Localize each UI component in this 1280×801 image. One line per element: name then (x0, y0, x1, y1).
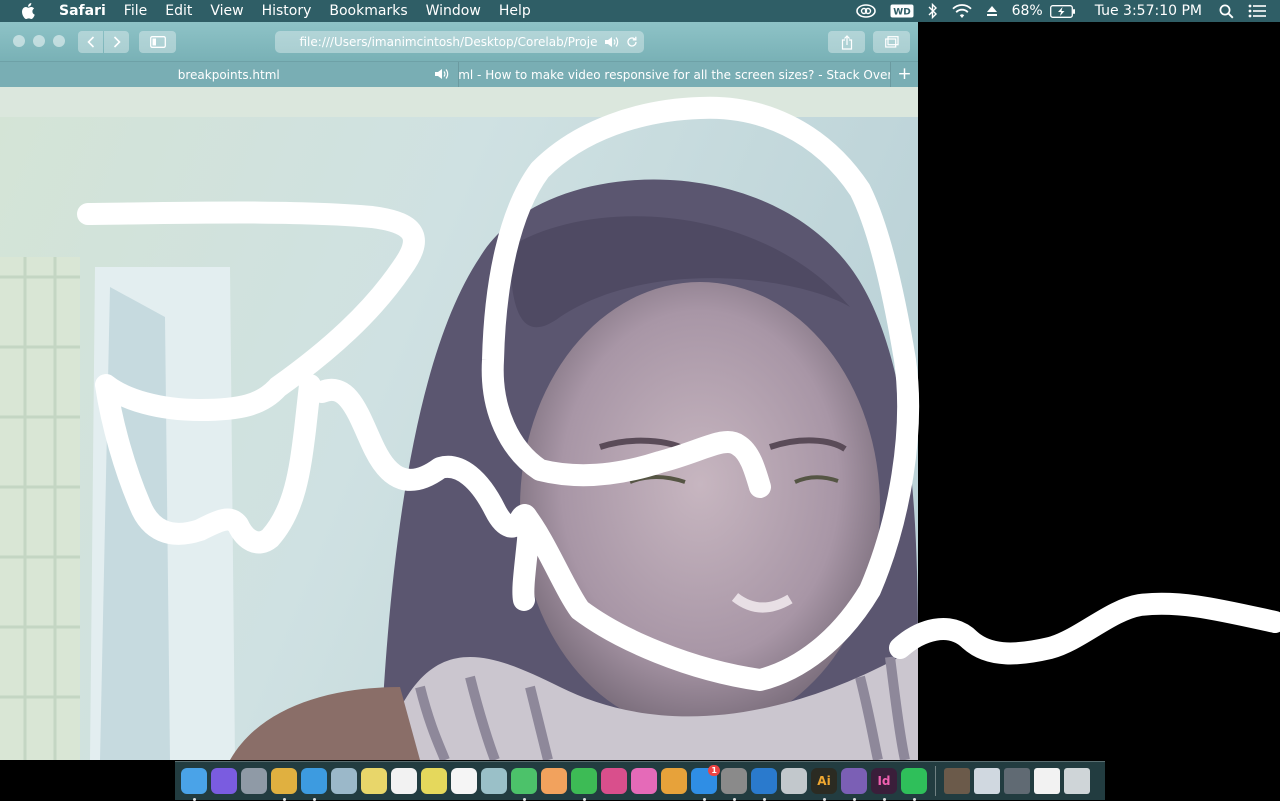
dock-separator (935, 766, 936, 796)
dock-ibooks-icon[interactable] (661, 768, 687, 794)
tab-stackoverflow[interactable]: html - How to make video responsive for … (459, 62, 891, 87)
webcam-frame (0, 87, 918, 760)
back-button[interactable] (78, 31, 103, 53)
dock-preview-icon[interactable] (331, 768, 357, 794)
dock-launchpad-icon[interactable] (241, 768, 267, 794)
menu-edit[interactable]: Edit (156, 0, 201, 22)
dock-app-label: Ai (817, 774, 831, 788)
dock-screenshots-stack-icon[interactable] (1004, 768, 1030, 794)
dock-app-store-icon[interactable]: 1 (691, 765, 720, 801)
dock: 1 Ai Id (175, 761, 1105, 801)
show-all-tabs-button[interactable] (873, 31, 910, 53)
dock-app-label: Id (877, 774, 891, 788)
sidebar-icon (149, 36, 166, 48)
dock-messages-icon[interactable] (511, 768, 537, 801)
forward-button[interactable] (104, 31, 129, 53)
tab-label: breakpoints.html (177, 67, 280, 82)
dock-vs-code-icon[interactable] (751, 768, 777, 801)
dock-finder-icon[interactable] (181, 768, 207, 801)
menubar-clock[interactable]: Tue 3:57:10 PM (1095, 0, 1202, 22)
menu-bookmarks[interactable]: Bookmarks (320, 0, 416, 22)
dock-facetime-icon[interactable] (571, 768, 597, 801)
chevron-left-icon (86, 36, 94, 48)
share-icon (841, 34, 852, 50)
address-bar-url: file:///Users/imanimcintosh/Desktop/Core… (299, 35, 598, 49)
eject-icon[interactable] (986, 0, 998, 22)
new-tab-button[interactable]: + (890, 62, 918, 87)
menu-app-name[interactable]: Safari (50, 0, 115, 22)
wifi-icon[interactable] (951, 0, 972, 22)
apple-menu-icon[interactable] (20, 3, 36, 19)
close-window-button[interactable] (13, 35, 25, 47)
dock-itunes-icon[interactable] (631, 768, 657, 794)
dock-stickies-icon[interactable] (421, 768, 447, 794)
dock-photos-icon[interactable] (541, 768, 567, 794)
dock-spotify-icon[interactable] (901, 768, 927, 801)
wd-drive-icon[interactable]: WD (890, 0, 914, 22)
dock-notes-icon[interactable] (361, 768, 387, 794)
tab-label: html - How to make video responsive for … (458, 67, 891, 82)
dock-system-preferences-icon[interactable] (721, 768, 747, 801)
wd-drive-label: WD (893, 8, 910, 18)
dock-illustrator-icon[interactable]: Ai (811, 768, 837, 801)
safari-window: file:///Users/imanimcintosh/Desktop/Core… (0, 22, 918, 760)
reload-icon[interactable] (626, 36, 638, 48)
zoom-window-button[interactable] (53, 35, 65, 47)
sidebar-toggle-button[interactable] (139, 31, 176, 53)
dock-siri-icon[interactable] (211, 768, 237, 794)
tabs-overview-icon (884, 36, 899, 48)
tab-bar: breakpoints.html html - How to make vide… (0, 61, 918, 88)
dock-safari-icon[interactable] (301, 768, 327, 801)
menu-file[interactable]: File (115, 0, 156, 22)
dock-github-desktop-icon[interactable] (841, 768, 867, 801)
dock-indesign-icon[interactable]: Id (871, 768, 897, 801)
tab-audio-icon[interactable] (434, 68, 450, 80)
notification-center-icon[interactable] (1248, 0, 1266, 22)
chevron-right-icon (113, 36, 121, 48)
menu-history[interactable]: History (253, 0, 321, 22)
tab-breakpoints[interactable]: breakpoints.html (0, 62, 459, 87)
bluetooth-icon[interactable] (928, 0, 938, 22)
dock-trash-icon[interactable] (1064, 768, 1090, 794)
dock-no-entry-icon[interactable] (601, 768, 627, 794)
battery-icon[interactable] (1049, 0, 1076, 22)
battery-percent[interactable]: 68% (1012, 0, 1043, 22)
plus-icon: + (897, 64, 912, 84)
menu-bar: Safari File Edit View History Bookmarks … (0, 0, 1280, 22)
dock-downloads-stack-icon[interactable] (944, 768, 970, 794)
dock-script-editor-icon[interactable] (481, 768, 507, 794)
dock-badge: 1 (708, 765, 720, 776)
minimize-window-button[interactable] (33, 35, 45, 47)
menu-help[interactable]: Help (490, 0, 540, 22)
menu-window[interactable]: Window (417, 0, 490, 22)
address-bar[interactable]: file:///Users/imanimcintosh/Desktop/Core… (275, 31, 644, 53)
creative-cloud-icon[interactable] (855, 0, 876, 22)
menu-view[interactable]: View (201, 0, 252, 22)
dock-reminders-icon[interactable] (451, 768, 477, 794)
share-button[interactable] (828, 31, 865, 53)
dock-chrome-icon[interactable] (271, 768, 297, 801)
spotlight-search-icon[interactable] (1219, 0, 1234, 22)
dock-desktop-stack-icon[interactable] (1034, 768, 1060, 794)
dock-photo-booth-icon[interactable] (781, 768, 807, 794)
dock-documents-stack-icon[interactable] (974, 768, 1000, 794)
webcam-video[interactable] (0, 87, 918, 760)
dock-calendar-icon[interactable] (391, 768, 417, 794)
audio-indicator-icon[interactable] (604, 36, 620, 48)
safari-toolbar: file:///Users/imanimcintosh/Desktop/Core… (0, 22, 918, 61)
